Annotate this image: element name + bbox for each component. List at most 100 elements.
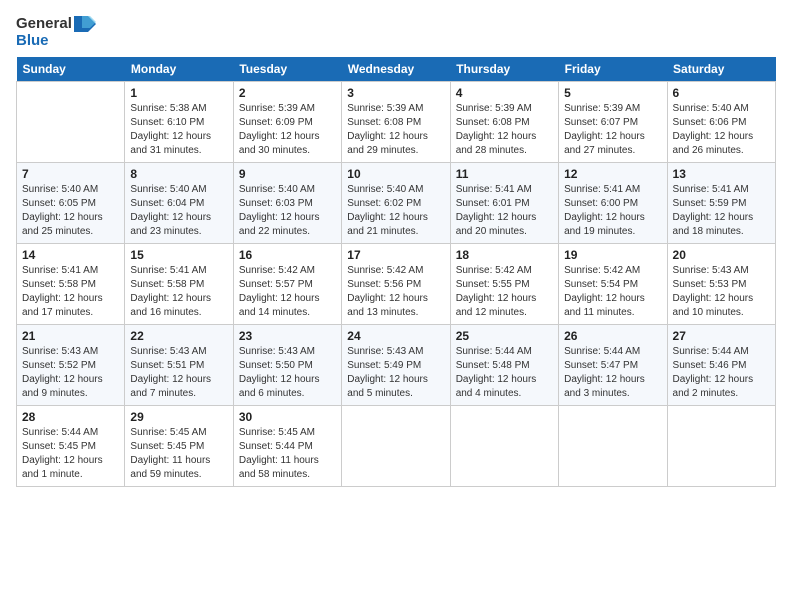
day-info: Sunrise: 5:40 AM Sunset: 6:06 PM Dayligh… xyxy=(673,102,770,158)
day-info: Sunrise: 5:41 AM Sunset: 6:01 PM Dayligh… xyxy=(456,183,553,239)
calendar-cell: 19Sunrise: 5:42 AM Sunset: 5:54 PM Dayli… xyxy=(559,244,667,325)
calendar-cell: 25 Sunrise: 5:44 AM Sunset: 5:48 PM Dayli… xyxy=(450,325,558,406)
logo-text-general: General xyxy=(16,16,72,33)
day-number: 6 xyxy=(673,86,770,100)
day-info: Sunrise: 5:41 AM Sunset: 5:58 PM Dayligh… xyxy=(22,264,119,320)
day-number: 4 xyxy=(456,86,553,100)
day-number: 7 xyxy=(22,167,119,181)
calendar-cell: 18 Sunrise: 5:42 AM Sunset: 5:55 PM Dayli… xyxy=(450,244,558,325)
day-info: Sunrise: 5:41 AM Sunset: 5:58 PM Dayligh… xyxy=(130,264,227,320)
calendar-cell: 4Sunrise: 5:39 AM Sunset: 6:08 PM Daylig… xyxy=(450,82,558,163)
day-info: Sunrise: 5:45 AM Sunset: 5:45 PM Dayligh… xyxy=(130,426,227,482)
day-info: Sunrise: 5:39 AM Sunset: 6:09 PM Dayligh… xyxy=(239,102,336,158)
day-number: 17 xyxy=(347,248,444,262)
day-info: Sunrise: 5:38 AM Sunset: 6:10 PM Dayligh… xyxy=(130,102,227,158)
calendar-cell: 2 Sunrise: 5:39 AM Sunset: 6:09 PM Daylig… xyxy=(233,82,341,163)
calendar-cell: 21Sunrise: 5:43 AM Sunset: 5:52 PM Dayli… xyxy=(17,325,125,406)
day-number: 24 xyxy=(347,329,444,343)
calendar-cell: 28Sunrise: 5:44 AM Sunset: 5:45 PM Dayli… xyxy=(17,406,125,487)
day-number: 10 xyxy=(347,167,444,181)
day-number: 23 xyxy=(239,329,336,343)
day-number: 16 xyxy=(239,248,336,262)
calendar-cell xyxy=(667,406,775,487)
weekday-header-sunday: Sunday xyxy=(17,57,125,82)
day-info: Sunrise: 5:42 AM Sunset: 5:55 PM Dayligh… xyxy=(456,264,553,320)
calendar-cell: 10 Sunrise: 5:40 AM Sunset: 6:02 PM Dayli… xyxy=(342,163,450,244)
page-header: General Blue xyxy=(16,16,776,49)
logo-chevron-icon xyxy=(74,16,96,32)
day-number: 27 xyxy=(673,329,770,343)
day-info: Sunrise: 5:42 AM Sunset: 5:57 PM Dayligh… xyxy=(239,264,336,320)
logo-text-blue: Blue xyxy=(16,33,49,50)
calendar-cell: 9 Sunrise: 5:40 AM Sunset: 6:03 PM Daylig… xyxy=(233,163,341,244)
calendar-cell: 29 Sunrise: 5:45 AM Sunset: 5:45 PM Dayli… xyxy=(125,406,233,487)
calendar-cell: 20 Sunrise: 5:43 AM Sunset: 5:53 PM Dayli… xyxy=(667,244,775,325)
week-row-2: 7 Sunrise: 5:40 AM Sunset: 6:05 PM Daylig… xyxy=(17,163,776,244)
day-number: 19 xyxy=(564,248,661,262)
calendar-cell: 12 Sunrise: 5:41 AM Sunset: 6:00 PM Dayli… xyxy=(559,163,667,244)
day-number: 21 xyxy=(22,329,119,343)
calendar-cell: 3Sunrise: 5:39 AM Sunset: 6:08 PM Daylig… xyxy=(342,82,450,163)
day-info: Sunrise: 5:41 AM Sunset: 6:00 PM Dayligh… xyxy=(564,183,661,239)
day-number: 13 xyxy=(673,167,770,181)
day-number: 8 xyxy=(130,167,227,181)
day-info: Sunrise: 5:40 AM Sunset: 6:04 PM Dayligh… xyxy=(130,183,227,239)
calendar-cell: 24 Sunrise: 5:43 AM Sunset: 5:49 PM Dayli… xyxy=(342,325,450,406)
day-number: 28 xyxy=(22,410,119,424)
calendar-cell xyxy=(17,82,125,163)
calendar-cell: 8 Sunrise: 5:40 AM Sunset: 6:04 PM Daylig… xyxy=(125,163,233,244)
day-info: Sunrise: 5:39 AM Sunset: 6:07 PM Dayligh… xyxy=(564,102,661,158)
day-info: Sunrise: 5:40 AM Sunset: 6:05 PM Dayligh… xyxy=(22,183,119,239)
day-number: 20 xyxy=(673,248,770,262)
weekday-header-tuesday: Tuesday xyxy=(233,57,341,82)
day-info: Sunrise: 5:40 AM Sunset: 6:02 PM Dayligh… xyxy=(347,183,444,239)
day-number: 18 xyxy=(456,248,553,262)
week-row-3: 14 Sunrise: 5:41 AM Sunset: 5:58 PM Dayli… xyxy=(17,244,776,325)
calendar-cell: 27 Sunrise: 5:44 AM Sunset: 5:46 PM Dayli… xyxy=(667,325,775,406)
calendar-cell: 26 Sunrise: 5:44 AM Sunset: 5:47 PM Dayli… xyxy=(559,325,667,406)
calendar-cell: 30 Sunrise: 5:45 AM Sunset: 5:44 PM Dayli… xyxy=(233,406,341,487)
day-info: Sunrise: 5:41 AM Sunset: 5:59 PM Dayligh… xyxy=(673,183,770,239)
calendar-table: SundayMondayTuesdayWednesdayThursdayFrid… xyxy=(16,57,776,487)
calendar-cell: 6 Sunrise: 5:40 AM Sunset: 6:06 PM Daylig… xyxy=(667,82,775,163)
day-number: 22 xyxy=(130,329,227,343)
calendar-cell xyxy=(450,406,558,487)
day-number: 26 xyxy=(564,329,661,343)
day-info: Sunrise: 5:44 AM Sunset: 5:46 PM Dayligh… xyxy=(673,345,770,401)
day-info: Sunrise: 5:43 AM Sunset: 5:53 PM Dayligh… xyxy=(673,264,770,320)
weekday-header-thursday: Thursday xyxy=(450,57,558,82)
day-info: Sunrise: 5:44 AM Sunset: 5:48 PM Dayligh… xyxy=(456,345,553,401)
day-number: 30 xyxy=(239,410,336,424)
day-number: 3 xyxy=(347,86,444,100)
day-number: 15 xyxy=(130,248,227,262)
day-info: Sunrise: 5:43 AM Sunset: 5:49 PM Dayligh… xyxy=(347,345,444,401)
calendar-cell: 15 Sunrise: 5:41 AM Sunset: 5:58 PM Dayli… xyxy=(125,244,233,325)
calendar-cell: 1 Sunrise: 5:38 AM Sunset: 6:10 PM Daylig… xyxy=(125,82,233,163)
day-number: 9 xyxy=(239,167,336,181)
week-row-5: 28Sunrise: 5:44 AM Sunset: 5:45 PM Dayli… xyxy=(17,406,776,487)
day-number: 29 xyxy=(130,410,227,424)
weekday-header-wednesday: Wednesday xyxy=(342,57,450,82)
calendar-cell xyxy=(342,406,450,487)
calendar-cell: 22 Sunrise: 5:43 AM Sunset: 5:51 PM Dayli… xyxy=(125,325,233,406)
day-number: 1 xyxy=(130,86,227,100)
week-row-4: 21Sunrise: 5:43 AM Sunset: 5:52 PM Dayli… xyxy=(17,325,776,406)
day-number: 12 xyxy=(564,167,661,181)
weekday-header-saturday: Saturday xyxy=(667,57,775,82)
day-info: Sunrise: 5:43 AM Sunset: 5:51 PM Dayligh… xyxy=(130,345,227,401)
weekday-header-monday: Monday xyxy=(125,57,233,82)
day-info: Sunrise: 5:40 AM Sunset: 6:03 PM Dayligh… xyxy=(239,183,336,239)
calendar-cell: 16 Sunrise: 5:42 AM Sunset: 5:57 PM Dayli… xyxy=(233,244,341,325)
calendar-cell: 7 Sunrise: 5:40 AM Sunset: 6:05 PM Daylig… xyxy=(17,163,125,244)
day-number: 2 xyxy=(239,86,336,100)
weekday-header-row: SundayMondayTuesdayWednesdayThursdayFrid… xyxy=(17,57,776,82)
day-info: Sunrise: 5:44 AM Sunset: 5:47 PM Dayligh… xyxy=(564,345,661,401)
calendar-cell: 17Sunrise: 5:42 AM Sunset: 5:56 PM Dayli… xyxy=(342,244,450,325)
week-row-1: 1 Sunrise: 5:38 AM Sunset: 6:10 PM Daylig… xyxy=(17,82,776,163)
day-number: 25 xyxy=(456,329,553,343)
day-info: Sunrise: 5:45 AM Sunset: 5:44 PM Dayligh… xyxy=(239,426,336,482)
day-number: 14 xyxy=(22,248,119,262)
calendar-cell: 11 Sunrise: 5:41 AM Sunset: 6:01 PM Dayli… xyxy=(450,163,558,244)
day-number: 11 xyxy=(456,167,553,181)
day-number: 5 xyxy=(564,86,661,100)
